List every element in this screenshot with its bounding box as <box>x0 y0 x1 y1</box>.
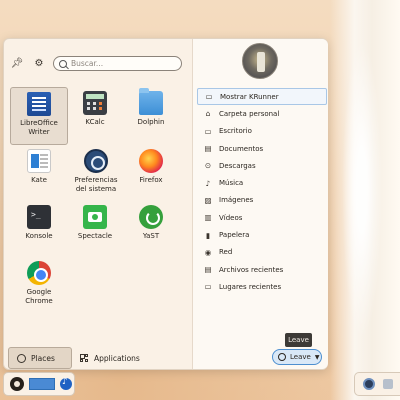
place-label: Descargas <box>219 161 256 170</box>
place-trash[interactable]: ▮ Papelera <box>197 226 327 243</box>
search-icon <box>59 59 67 68</box>
place-downloads[interactable]: ⊙ Descargas <box>197 157 327 174</box>
place-label: Música <box>219 179 244 188</box>
launcher-tabs: Places Applications <box>8 347 148 369</box>
tab-applications[interactable]: Applications <box>72 347 148 369</box>
pin-icon[interactable]: 📌︎ <box>10 56 24 70</box>
spectacle-camera-icon <box>83 205 107 229</box>
music-icon: ♪ <box>205 178 211 188</box>
chevron-down-icon: ▼ <box>314 353 320 361</box>
app-label: YaST <box>142 232 160 240</box>
places-list: ▭ Mostrar KRunner ⌂ Carpeta personal ▭ E… <box>197 88 327 296</box>
firefox-icon <box>139 149 163 173</box>
system-tray <box>354 372 400 396</box>
leave-button[interactable]: Leave ▼ <box>272 349 322 365</box>
app-google-chrome[interactable]: Google Chrome <box>10 257 68 315</box>
leave-tooltip: Leave <box>285 333 312 347</box>
place-label: Archivos recientes <box>219 265 284 274</box>
place-label: Vídeos <box>219 213 243 222</box>
tab-places[interactable]: Places <box>8 347 72 369</box>
place-label: Red <box>219 248 233 257</box>
app-dolphin[interactable]: Dolphin <box>122 87 180 145</box>
recent-places-icon: ▭ <box>204 282 212 292</box>
trash-icon: ▮ <box>205 230 211 240</box>
app-yast[interactable]: YaST <box>122 201 180 259</box>
launcher-left-pane: 📌︎ ⚙︎ Buscar... LibreOffice Writer KCalc… <box>4 39 190 369</box>
konsole-terminal-icon <box>27 205 51 229</box>
images-icon: ▨ <box>204 195 212 205</box>
krunner-icon: ▭ <box>205 92 213 102</box>
app-kcalc[interactable]: KCalc <box>66 87 124 145</box>
place-music[interactable]: ♪ Música <box>197 174 327 191</box>
place-recent-files[interactable]: ▤ Archivos recientes <box>197 261 327 278</box>
clock-icon <box>278 353 286 361</box>
videos-icon: ▥ <box>204 213 212 223</box>
music-player-icon[interactable] <box>60 377 72 390</box>
place-home[interactable]: ⌂ Carpeta personal <box>197 105 327 122</box>
application-launcher: 📌︎ ⚙︎ Buscar... LibreOffice Writer KCalc… <box>3 38 328 370</box>
wallpaper-foam <box>342 40 382 340</box>
avatar[interactable] <box>242 43 278 79</box>
app-label: Firefox <box>139 176 163 184</box>
kcalc-icon <box>83 91 107 115</box>
network-icon: ◉ <box>204 247 212 257</box>
place-videos[interactable]: ▥ Vídeos <box>197 209 327 226</box>
yast-icon <box>139 205 163 229</box>
place-images[interactable]: ▨ Imágenes <box>197 192 327 209</box>
virtual-desktop-pager[interactable] <box>29 378 55 390</box>
place-network[interactable]: ◉ Red <box>197 244 327 261</box>
compass-icon <box>17 353 26 363</box>
place-label: Documentos <box>219 144 264 153</box>
search-placeholder: Buscar... <box>71 59 104 68</box>
place-label: Papelera <box>219 231 250 240</box>
place-label: Escritorio <box>219 127 252 136</box>
launcher-button-icon[interactable] <box>10 377 24 391</box>
home-icon: ⌂ <box>205 109 211 119</box>
app-label: Konsole <box>25 232 53 240</box>
app-konsole[interactable]: Konsole <box>10 201 68 259</box>
recent-files-icon: ▤ <box>204 265 212 275</box>
place-documents[interactable]: ▤ Documentos <box>197 140 327 157</box>
configure-icon[interactable]: ⚙︎ <box>32 56 46 70</box>
tray-app-icon[interactable] <box>363 378 375 390</box>
place-recent-places[interactable]: ▭ Lugares recientes <box>197 278 327 295</box>
place-label: Imágenes <box>219 196 254 205</box>
app-label: Kate <box>31 176 47 184</box>
tab-applications-label: Applications <box>94 353 140 363</box>
app-label: LibreOffice Writer <box>20 119 58 136</box>
place-label: Lugares recientes <box>219 282 282 291</box>
search-input[interactable]: Buscar... <box>53 56 182 71</box>
app-firefox[interactable]: Firefox <box>122 145 180 203</box>
app-label: Google Chrome <box>25 288 53 305</box>
desktop-icon: ▭ <box>204 126 212 136</box>
place-label: Carpeta personal <box>219 109 280 118</box>
applications-grid-icon <box>80 353 89 363</box>
app-spectacle[interactable]: Spectacle <box>66 201 124 259</box>
launcher-right-pane: ▭ Mostrar KRunner ⌂ Carpeta personal ▭ E… <box>192 39 328 369</box>
kate-editor-icon <box>27 149 51 173</box>
place-label: Mostrar KRunner <box>220 92 279 101</box>
place-desktop[interactable]: ▭ Escritorio <box>197 123 327 140</box>
dolphin-folder-icon <box>139 88 163 115</box>
app-label: KCalc <box>85 118 105 126</box>
place-krunner[interactable]: ▭ Mostrar KRunner <box>197 88 327 106</box>
app-label: Dolphin <box>137 118 165 126</box>
tray-indicator-icon[interactable] <box>383 379 393 389</box>
app-label: Preferencias del sistema <box>74 176 118 193</box>
chrome-icon <box>27 261 51 285</box>
panel <box>3 372 75 396</box>
system-settings-icon <box>84 149 108 173</box>
tab-places-label: Places <box>31 353 55 363</box>
leave-label: Leave <box>290 353 311 361</box>
downloads-icon: ⊙ <box>204 161 212 171</box>
app-system-settings[interactable]: Preferencias del sistema <box>66 145 126 203</box>
app-libreoffice-writer[interactable]: LibreOffice Writer <box>10 87 68 145</box>
documents-icon: ▤ <box>204 144 212 154</box>
app-label: Spectacle <box>77 232 113 240</box>
libreoffice-writer-icon <box>27 92 51 116</box>
app-kate[interactable]: Kate <box>10 145 68 203</box>
